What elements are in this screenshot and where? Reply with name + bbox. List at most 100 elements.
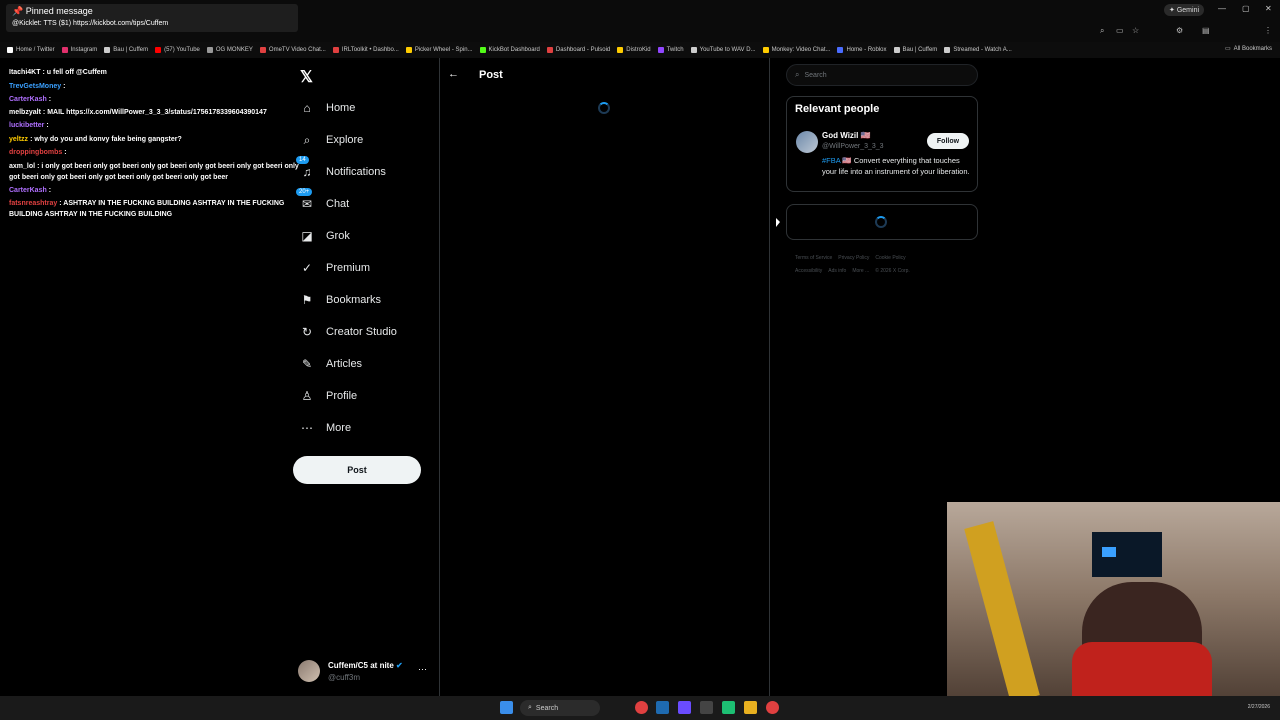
x-logo[interactable]: 𝕏 <box>300 67 313 87</box>
avatar[interactable] <box>796 131 818 153</box>
install-icon[interactable]: ▭ <box>1116 26 1124 35</box>
panel-title: Relevant people <box>795 103 880 115</box>
nav-item-grok[interactable]: ◪ Grok <box>300 224 350 248</box>
close-icon[interactable]: ✕ <box>1265 4 1272 13</box>
chrome-icon[interactable] <box>635 701 648 714</box>
windows-taskbar: ⌕ Search 2/27/2026 <box>0 696 1280 720</box>
nav-item-profile[interactable]: ♙ Profile <box>300 384 358 408</box>
bookmark-item[interactable]: Monkey: Video Chat... <box>762 47 830 53</box>
bookmark-label: YouTube to WAV D... <box>699 47 756 53</box>
bookmark-item[interactable]: YouTube to WAV D... <box>690 47 756 53</box>
loading-spinner <box>875 216 887 228</box>
webcam-scene-bottle <box>964 521 1040 703</box>
bookmark-label: IRLToolkit • Dashbo... <box>341 47 399 53</box>
back-arrow-icon[interactable]: ← <box>448 68 459 80</box>
nav-item-label: More <box>326 422 352 434</box>
gemini-button[interactable]: ✦ Gemini <box>1164 4 1204 16</box>
chat-text: why do you and konvy fake being gangster… <box>34 136 182 143</box>
bookmark-favicon-icon <box>617 47 624 53</box>
nav-item-creator-studio[interactable]: ↻ Creator Studio <box>300 320 397 344</box>
chrome-active-icon[interactable] <box>766 701 779 714</box>
search-icon: ⌕ <box>528 704 532 711</box>
footer-link[interactable]: Ads info <box>828 268 846 274</box>
chat-username: yeltzz <box>9 136 29 143</box>
bookmark-favicon-icon <box>762 47 769 53</box>
discord-icon[interactable] <box>678 701 691 714</box>
search-input[interactable]: ⌕ Search <box>786 64 978 86</box>
follow-button[interactable]: Follow <box>927 133 969 149</box>
bookmark-item[interactable]: Twitch <box>657 47 684 53</box>
person-name[interactable]: God Wizil 🇺🇸 <box>822 131 871 140</box>
nav-item-label: Bookmarks <box>326 294 382 306</box>
nav-item-articles[interactable]: ✎ Articles <box>300 352 362 376</box>
account-handle: @cuff3m <box>328 673 360 682</box>
pinned-header: 📌 Pinned message <box>12 6 93 16</box>
webcam-overlay <box>947 502 1280 710</box>
bookmark-label: Streamed - Watch A... <box>953 47 1012 53</box>
footer-link[interactable]: Accessibility <box>795 268 822 274</box>
bookmark-label: Home - Roblox <box>846 47 887 53</box>
sidepanel-icon[interactable]: ▤ <box>1202 26 1210 35</box>
start-icon[interactable] <box>500 701 513 714</box>
footer-link[interactable]: More ... <box>852 268 869 274</box>
bookmark-item[interactable]: KickBot Dashboard <box>479 47 540 53</box>
file-explorer-icon[interactable] <box>744 701 757 714</box>
gemini-label: Gemini <box>1176 6 1200 14</box>
app-icon[interactable] <box>722 701 735 714</box>
bookmark-item[interactable]: Home - Roblox <box>837 47 887 53</box>
nav-item-label: Grok <box>326 230 350 242</box>
bookmark-item[interactable]: Dashboard - Pulsoid <box>546 47 610 53</box>
bookmark-item[interactable]: Streamed - Watch A... <box>944 47 1012 53</box>
all-bookmarks-button[interactable]: ▭ All Bookmarks <box>1225 45 1272 53</box>
stream-chat-overlay: 📌 Pinned message @Kicklet: TTS ($1) http… <box>0 0 300 230</box>
account-switcher[interactable]: Cuffem/C5 at nite ✔ @cuff3m ⋯ <box>298 658 432 684</box>
star-icon[interactable]: ☆ <box>1132 26 1139 35</box>
creator-studio-icon: ↻ <box>301 325 313 339</box>
nav-item-notifications[interactable]: ♫ 14 Notifications <box>296 156 386 184</box>
bookmark-item[interactable]: Picker Wheel - Spin... <box>405 47 473 53</box>
loading-spinner <box>598 102 610 114</box>
footer-link[interactable]: © 2026 X Corp. <box>875 268 910 274</box>
page-title: Post <box>479 69 503 81</box>
premium-icon: ✓ <box>301 261 313 275</box>
footer-link[interactable]: Privacy Policy <box>838 255 869 261</box>
menu-icon[interactable]: ⋮ <box>1264 26 1272 35</box>
footer-link[interactable]: Cookie Policy <box>875 255 905 261</box>
nav-item-home[interactable]: ⌂ Home <box>300 96 355 120</box>
bookmark-item[interactable]: IRLToolkit • Dashbo... <box>332 47 399 53</box>
account-name: Cuffem/C5 at nite ✔ <box>328 661 403 670</box>
chat-username: CarterKash <box>9 96 47 103</box>
chat-username: fatsnreashtray <box>9 200 58 207</box>
bookmark-favicon-icon <box>944 47 951 53</box>
taskbar-search-label: Search <box>535 704 559 712</box>
footer-link[interactable]: Terms of Service <box>795 255 832 261</box>
bookmark-item[interactable]: Bau | Cuffem <box>893 47 937 53</box>
person-bio: #FBA 🇺🇸 Convert everything that touches … <box>822 156 970 176</box>
extensions-icon[interactable]: ⚙ <box>1176 26 1183 35</box>
bookmark-label: DistroKid <box>626 47 651 53</box>
mail-icon: ✉ 20+ <box>296 188 314 211</box>
bookmark-favicon-icon <box>837 47 844 53</box>
obs-icon[interactable] <box>700 701 713 714</box>
steam-icon[interactable] <box>656 701 669 714</box>
hashtag-link[interactable]: #FBA <box>822 156 840 165</box>
nav-item-bookmarks[interactable]: ⚑ Bookmarks <box>300 288 381 312</box>
taskbar-clock: 2/27/2026 <box>1247 704 1270 710</box>
nav-item-label: Notifications <box>326 166 386 178</box>
nav-item-chat[interactable]: ✉ 20+ Chat <box>296 188 349 216</box>
maximize-icon[interactable]: ▢ <box>1242 4 1250 13</box>
relevant-people-panel: Relevant people God Wizil 🇺🇸 @WillPower_… <box>786 96 978 192</box>
nav-item-premium[interactable]: ✓ Premium <box>300 256 370 280</box>
search-icon: ⌕ <box>795 70 800 79</box>
sidebar-footer: Terms of Service Privacy Policy Cookie Pol… <box>795 252 975 278</box>
minimize-icon[interactable]: — <box>1218 4 1226 13</box>
more-options-icon[interactable]: ⋯ <box>418 664 427 675</box>
chat-message: TrevGetsMoney: <box>9 83 66 90</box>
taskbar-search[interactable]: ⌕ Search <box>520 700 600 716</box>
nav-item-explore[interactable]: ⌕ Explore <box>300 128 364 152</box>
bookmark-item[interactable]: DistroKid <box>617 47 651 53</box>
divider <box>769 58 770 696</box>
nav-item-more[interactable]: ⋯ More <box>300 416 351 440</box>
post-button[interactable]: Post <box>293 456 421 484</box>
zoom-icon[interactable]: ⌕ <box>1100 26 1104 36</box>
